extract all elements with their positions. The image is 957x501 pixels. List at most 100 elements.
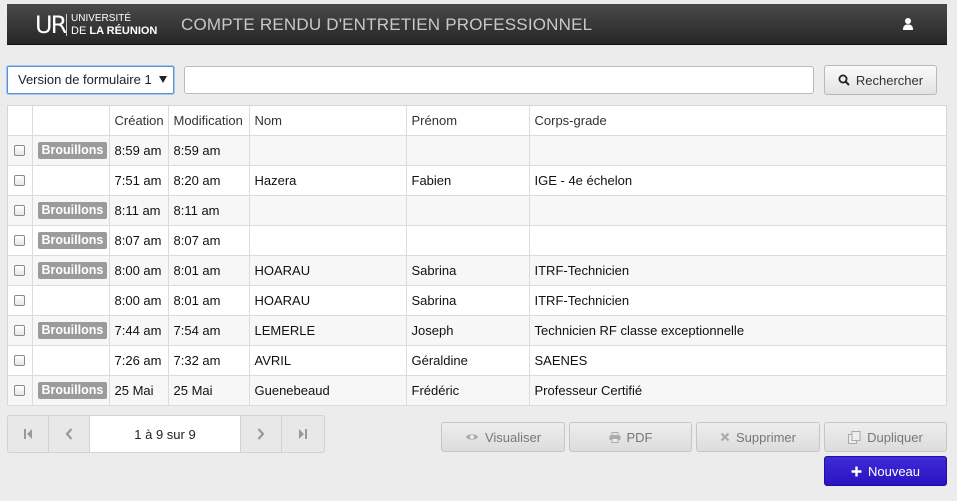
last-page-icon (298, 429, 307, 439)
modification-cell: 8:11 am (168, 195, 250, 226)
row-select-cell (8, 135, 33, 166)
first-page-icon (24, 429, 32, 439)
row-checkbox[interactable] (14, 354, 26, 366)
pagination: 1 à 9 sur 9 (7, 415, 325, 453)
status-cell: Brouillons (32, 375, 110, 406)
corps-grade-cell: Professeur Certifié (529, 375, 946, 406)
logo-line-1: UNIVERSITÉ (71, 13, 132, 24)
form-version-select[interactable]: Version de formulaire 1 (7, 66, 174, 94)
pagination-info: 1 à 9 sur 9 (90, 416, 241, 452)
table-row[interactable]: Brouillons 8:11 am 8:11 am (8, 195, 946, 226)
prenom-cell: Frédéric (406, 375, 530, 406)
row-checkbox[interactable] (14, 294, 26, 306)
top-bar: UR UNIVERSITÉ DE LA RÉUNION COMPTE RENDU… (7, 4, 947, 45)
modification-cell: 25 Mai (168, 375, 250, 406)
logo-line-2-bold: LA RÉUNION (89, 25, 158, 37)
status-badge: Brouillons (37, 321, 108, 339)
corps-grade-cell: IGE - 4e échelon (529, 165, 946, 196)
row-checkbox[interactable] (14, 234, 26, 246)
prenom-cell: Fabien (406, 165, 530, 196)
column-header-corps-grade[interactable]: Corps-grade (529, 106, 946, 136)
eye-icon (465, 434, 478, 440)
search-button-label: Rechercher (855, 72, 924, 88)
column-header-nom[interactable]: Nom (249, 106, 407, 136)
table-row[interactable]: Brouillons 8:00 am 8:01 am HOARAU Sabrina ITR… (8, 255, 946, 286)
row-select-cell (8, 345, 33, 376)
status-cell (32, 165, 110, 196)
status-cell (32, 285, 110, 316)
first-page-button[interactable] (8, 416, 49, 452)
nom-cell: Guenebeaud (249, 375, 407, 406)
row-checkbox[interactable] (14, 384, 26, 396)
corps-grade-cell (529, 195, 946, 226)
chevron-left-icon (65, 428, 73, 440)
table-row[interactable]: 7:51 am 8:20 am Hazera Fabien IGE - 4e échel… (8, 165, 946, 196)
delete-button[interactable]: Supprimer (696, 422, 820, 452)
new-button[interactable]: Nouveau (824, 456, 947, 486)
column-header-modification[interactable]: Modification (168, 106, 250, 136)
close-icon (720, 432, 730, 442)
form-version-value: Version de formulaire 1 (18, 72, 152, 87)
status-badge: Brouillons (37, 381, 108, 399)
nom-cell: HOARAU (249, 285, 407, 316)
new-button-label: Nouveau (867, 463, 921, 479)
next-page-button[interactable] (241, 416, 282, 452)
nom-cell: Hazera (249, 165, 407, 196)
status-cell: Brouillons (32, 315, 110, 346)
chevron-right-icon (257, 428, 265, 440)
prenom-cell: Sabrina (406, 255, 530, 286)
view-button-label: Visualiser (484, 429, 542, 445)
modification-cell: 7:32 am (168, 345, 250, 376)
logo-mark: UR (35, 11, 67, 39)
user-icon[interactable] (903, 17, 913, 31)
logo-line-2: DE LA RÉUNION (71, 25, 157, 37)
print-icon (609, 431, 620, 443)
column-header-creation[interactable]: Création (109, 106, 169, 136)
row-select-cell (8, 195, 33, 226)
corps-grade-cell: SAENES (529, 345, 946, 376)
modification-cell: 8:01 am (168, 285, 250, 316)
row-checkbox[interactable] (14, 204, 26, 216)
creation-cell: 8:00 am (109, 255, 169, 286)
prenom-cell (406, 225, 530, 256)
row-checkbox[interactable] (14, 144, 26, 156)
nom-cell (249, 225, 407, 256)
search-input[interactable] (184, 66, 814, 94)
corps-grade-cell: ITRF-Technicien (529, 255, 946, 286)
status-badge: Brouillons (37, 261, 108, 279)
status-badge: Brouillons (37, 201, 108, 219)
table-row[interactable]: Brouillons 25 Mai 25 Mai Guenebeaud Frédéric… (8, 375, 946, 406)
table-row[interactable]: 7:26 am 7:32 am AVRIL Géraldine SAENES (8, 345, 946, 376)
corps-grade-cell (529, 135, 946, 166)
column-header-prenom[interactable]: Prénom (406, 106, 530, 136)
previous-page-button[interactable] (49, 416, 90, 452)
modification-cell: 8:20 am (168, 165, 250, 196)
creation-cell: 8:59 am (109, 135, 169, 166)
table-row[interactable]: Brouillons 8:07 am 8:07 am (8, 225, 946, 256)
table-header-row: Création Modification Nom Prénom Corps-g… (8, 106, 946, 136)
table-row[interactable]: Brouillons 8:59 am 8:59 am (8, 135, 946, 166)
table-row[interactable]: 8:00 am 8:01 am HOARAU Sabrina ITRF-Technici… (8, 285, 946, 316)
prenom-cell: Joseph (406, 315, 530, 346)
view-button[interactable]: Visualiser (441, 422, 565, 452)
corps-grade-cell: ITRF-Technicien (529, 285, 946, 316)
interviews-table: Création Modification Nom Prénom Corps-g… (7, 105, 947, 406)
row-checkbox[interactable] (14, 174, 26, 186)
prenom-cell: Géraldine (406, 345, 530, 376)
corps-grade-cell: Technicien RF classe exceptionnelle (529, 315, 946, 346)
search-button[interactable]: Rechercher (824, 65, 937, 95)
copy-icon (848, 430, 861, 444)
nom-cell (249, 195, 407, 226)
modification-cell: 8:01 am (168, 255, 250, 286)
creation-cell: 7:44 am (109, 315, 169, 346)
app-title: COMPTE RENDU D'ENTRETIEN PROFESSIONNEL (181, 15, 593, 34)
last-page-button[interactable] (282, 416, 323, 452)
row-checkbox[interactable] (14, 324, 26, 336)
row-checkbox[interactable] (14, 264, 26, 276)
duplicate-button[interactable]: Dupliquer (824, 422, 947, 452)
column-header-status (32, 106, 110, 136)
status-cell: Brouillons (32, 225, 110, 256)
table-row[interactable]: Brouillons 7:44 am 7:54 am LEMERLE Joseph Tec… (8, 315, 946, 346)
modification-cell: 8:59 am (168, 135, 250, 166)
pdf-button[interactable]: PDF (569, 422, 692, 452)
